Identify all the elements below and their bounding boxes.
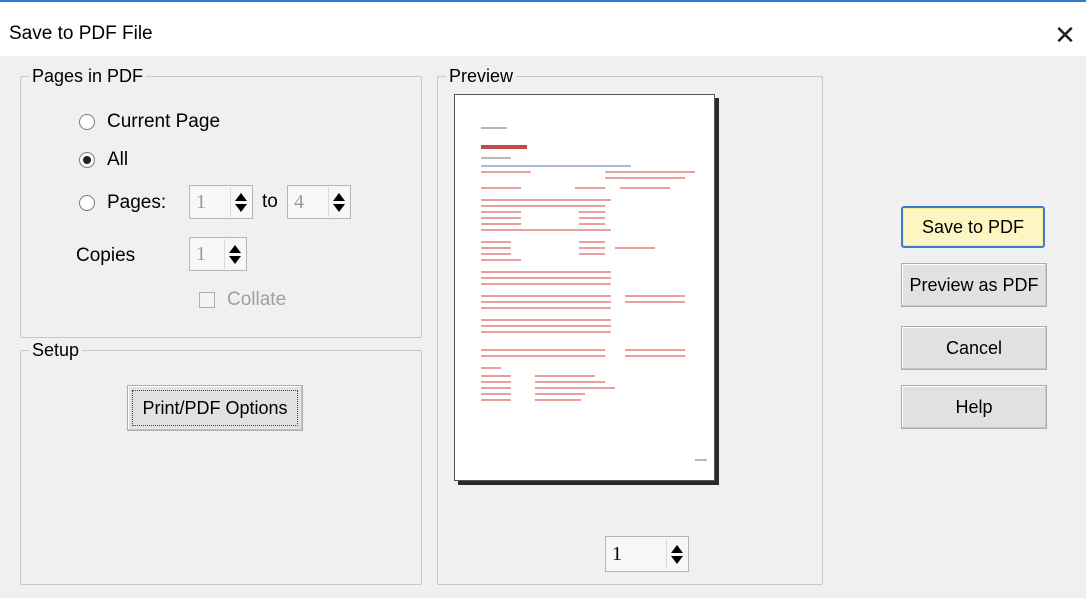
to-label: to xyxy=(262,191,278,212)
radio-all-icon[interactable] xyxy=(79,152,95,168)
pages-group: Pages in PDF Current Page All Pages: 1 t… xyxy=(20,65,422,338)
cancel-button[interactable]: Cancel xyxy=(901,326,1047,370)
preview-as-pdf-button[interactable]: Preview as PDF xyxy=(901,263,1047,307)
setup-group: Setup Print/PDF Options xyxy=(20,339,422,585)
help-label: Help xyxy=(955,396,993,417)
copies-stepper[interactable]: 1 xyxy=(189,237,247,271)
save-to-pdf-button[interactable]: Save to PDF xyxy=(901,206,1045,248)
radio-current-page-label: Current Page xyxy=(107,111,221,132)
radio-current-page-icon[interactable] xyxy=(79,114,95,130)
print-pdf-options-button[interactable]: Print/PDF Options xyxy=(127,385,303,431)
radio-current-page[interactable]: Current Page xyxy=(79,111,220,133)
setup-group-legend: Setup xyxy=(29,339,83,361)
radio-all-label: All xyxy=(107,149,129,170)
print-pdf-options-label: Print/PDF Options xyxy=(142,397,288,418)
help-button[interactable]: Help xyxy=(901,385,1047,429)
collate-checkbox[interactable] xyxy=(199,292,215,308)
preview-page-value[interactable]: 1 xyxy=(606,543,666,566)
preview-group-legend: Preview xyxy=(446,65,517,87)
copies-value[interactable]: 1 xyxy=(190,243,224,266)
to-page-value[interactable]: 4 xyxy=(288,191,328,214)
to-page-spin-icon[interactable] xyxy=(328,187,348,217)
copies-spin-icon[interactable] xyxy=(224,239,244,269)
radio-pages-icon[interactable] xyxy=(79,195,95,211)
pages-group-legend: Pages in PDF xyxy=(29,65,147,87)
save-to-pdf-label: Save to PDF xyxy=(921,216,1025,237)
from-page-stepper[interactable]: 1 xyxy=(189,185,253,219)
cancel-label: Cancel xyxy=(945,337,1003,358)
dialog-client: Pages in PDF Current Page All Pages: 1 t… xyxy=(0,56,1086,598)
collate-checkbox-row[interactable]: Collate xyxy=(199,289,286,311)
from-page-spin-icon[interactable] xyxy=(230,187,250,217)
window-title: Save to PDF File xyxy=(9,23,153,44)
preview-as-pdf-label: Preview as PDF xyxy=(909,274,1039,295)
preview-page-spin-icon[interactable] xyxy=(666,539,686,569)
radio-pages-label: Pages: xyxy=(107,192,167,213)
collate-label: Collate xyxy=(227,289,287,310)
copies-label: Copies xyxy=(76,245,136,266)
preview-page-thumbnail xyxy=(454,94,715,481)
from-page-value[interactable]: 1 xyxy=(190,191,230,214)
to-page-stepper[interactable]: 4 xyxy=(287,185,351,219)
radio-pages[interactable]: Pages: xyxy=(79,192,166,214)
preview-page-stepper[interactable]: 1 xyxy=(605,536,689,572)
close-icon[interactable]: ✕ xyxy=(1050,20,1080,50)
radio-all[interactable]: All xyxy=(79,149,128,171)
title-bar: Save to PDF File ✕ xyxy=(0,4,1086,56)
